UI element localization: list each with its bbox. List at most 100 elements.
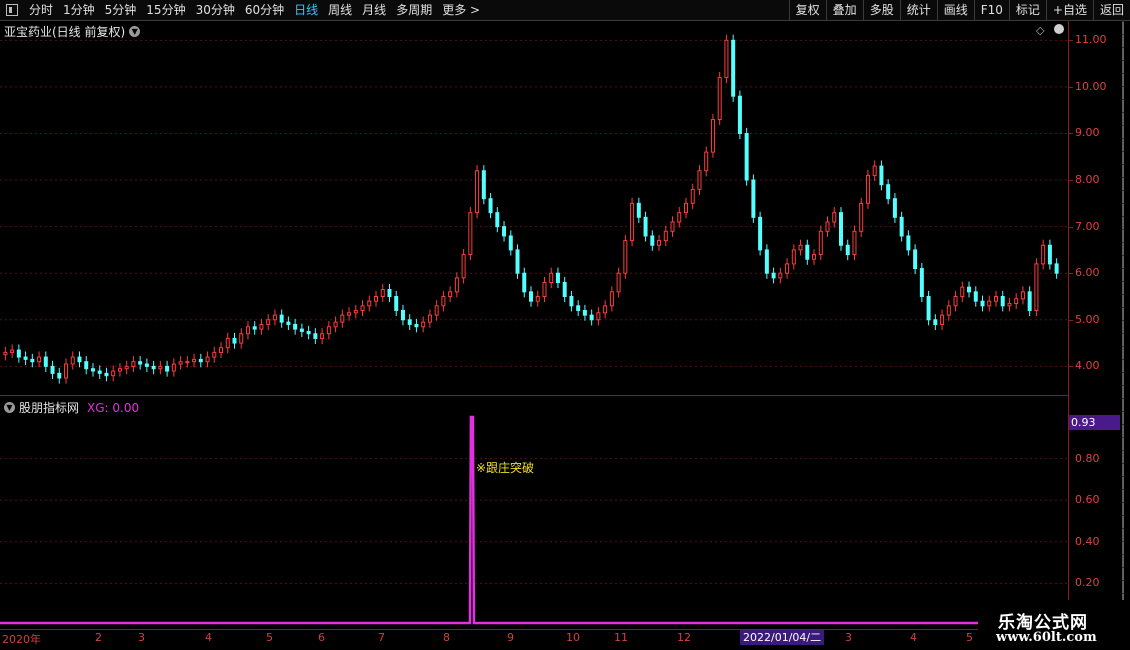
period-tab[interactable]: 60分钟	[240, 0, 289, 20]
indicator-tick-label: 0.60	[1075, 493, 1100, 507]
period-tab[interactable]: 分时	[24, 0, 58, 20]
action-button[interactable]: 标记	[1008, 0, 1046, 20]
date-cursor-label: 2022/01/04/二	[740, 630, 825, 645]
candle-body	[758, 216, 763, 251]
candle-body	[663, 230, 668, 242]
candle-body	[690, 188, 695, 204]
candle-body	[117, 368, 122, 372]
indicator-tick-label: 0.80	[1075, 451, 1100, 465]
action-button[interactable]: 返回	[1092, 0, 1130, 20]
period-tab[interactable]: 更多 >	[437, 0, 485, 20]
candle-body	[1027, 291, 1032, 311]
candlestick-chart[interactable]	[0, 21, 1068, 395]
period-tab[interactable]: 5分钟	[100, 0, 142, 20]
candle-body	[212, 351, 217, 358]
price-tick-label: 9.00	[1075, 126, 1100, 140]
signal-label: ※跟庄突破	[476, 461, 535, 475]
candle-body	[475, 170, 480, 214]
action-button[interactable]: F10	[973, 0, 1009, 20]
candle-body	[124, 365, 129, 370]
candle-body	[650, 235, 655, 246]
action-button[interactable]: 统计	[899, 0, 937, 20]
candle-body	[387, 289, 392, 297]
action-button[interactable]: 多股	[862, 0, 900, 20]
side-info-strip[interactable]: | | | | | | | | | | | | | | | | | | | | | | | | | | | | | | | | | | | | | | | |…	[1116, 21, 1130, 629]
candle-body	[50, 365, 55, 374]
candle-body	[205, 356, 210, 363]
candle-body	[286, 321, 291, 325]
candle-body	[967, 286, 972, 293]
candle-body	[198, 358, 203, 363]
candle-body	[421, 321, 426, 328]
candle-body	[576, 305, 581, 311]
indicator-value: XG: 0.00	[87, 400, 140, 415]
time-axis[interactable]: 2022/01/04/二 2020年 2 3 4 5 6 7 8 9 10 11 12 3 4 5	[0, 629, 1068, 646]
candle-body	[347, 312, 352, 316]
panel-divider[interactable]	[0, 395, 1068, 396]
layout-toggle-icon[interactable]	[6, 4, 18, 16]
candle-body	[374, 296, 379, 302]
candle-body	[623, 240, 628, 274]
action-button[interactable]: 叠加	[825, 0, 863, 20]
action-button[interactable]: +自选	[1045, 0, 1093, 20]
candle-body	[771, 272, 776, 279]
candle-body	[502, 226, 507, 237]
candle-body	[609, 291, 614, 307]
indicator-tick-label: 0.20	[1075, 576, 1100, 590]
candle-body	[313, 333, 318, 339]
indicator-chart[interactable]	[0, 397, 1068, 629]
candle-body	[657, 240, 662, 246]
candle-body	[165, 365, 170, 372]
chevron-down-icon[interactable]: ▼	[4, 402, 15, 413]
candle-body	[1020, 291, 1025, 300]
candle-body	[178, 361, 183, 365]
candle-body	[111, 370, 116, 377]
candle-body	[993, 296, 998, 302]
candle-body	[508, 235, 513, 251]
candle-body	[987, 300, 992, 307]
candle-body	[441, 296, 446, 307]
candle-body	[852, 230, 857, 256]
period-tab[interactable]: 月线	[357, 0, 391, 20]
indicator-panel[interactable]: ▼ 股朋指标网 XG: 0.00	[0, 397, 1068, 629]
period-tab[interactable]: 1分钟	[58, 0, 100, 20]
chevron-down-icon[interactable]: ▼	[129, 26, 141, 37]
price-axis[interactable]: 11.00 10.00 9.00 8.00 7.00 6.00 5.00 4.00 0.80 0.…	[1068, 21, 1117, 629]
candle-body	[1054, 263, 1059, 274]
candle-body	[64, 363, 69, 379]
period-tab[interactable]: 30分钟	[191, 0, 240, 20]
price-tick-label: 10.00	[1075, 79, 1107, 93]
candle-body	[171, 363, 176, 372]
candle-body	[367, 300, 372, 307]
candle-body	[219, 347, 224, 353]
candle-body	[3, 351, 8, 356]
time-label: 5	[266, 631, 273, 644]
candle-body	[272, 314, 277, 321]
main-chart-panel[interactable]: 亚宝药业(日线 前复权) ▼ ◇	[0, 21, 1068, 395]
price-tick-label: 8.00	[1075, 173, 1100, 187]
action-button[interactable]: 复权	[788, 0, 826, 20]
candle-body	[461, 254, 466, 279]
action-button[interactable]: 画线	[936, 0, 974, 20]
candle-body	[30, 358, 35, 363]
axis-tick	[1069, 319, 1073, 321]
candle-body	[582, 309, 587, 316]
period-tab[interactable]: 周线	[323, 0, 357, 20]
period-tab[interactable]: 15分钟	[141, 0, 190, 20]
time-label: 3	[845, 631, 852, 644]
candle-body	[953, 296, 958, 307]
period-tab[interactable]: 日线	[289, 0, 323, 20]
axis-tick	[1069, 133, 1073, 135]
period-tab[interactable]: 多周期	[391, 0, 437, 20]
candle-body	[468, 212, 473, 256]
candle-body	[872, 165, 877, 176]
candle-body	[603, 305, 608, 314]
candle-body	[940, 314, 945, 325]
candle-body	[481, 170, 486, 200]
candle-body	[400, 309, 405, 321]
candle-body	[495, 212, 500, 228]
candle-body	[764, 249, 769, 274]
candle-body	[299, 328, 304, 332]
candle-body	[535, 296, 540, 302]
candle-body	[306, 330, 311, 335]
